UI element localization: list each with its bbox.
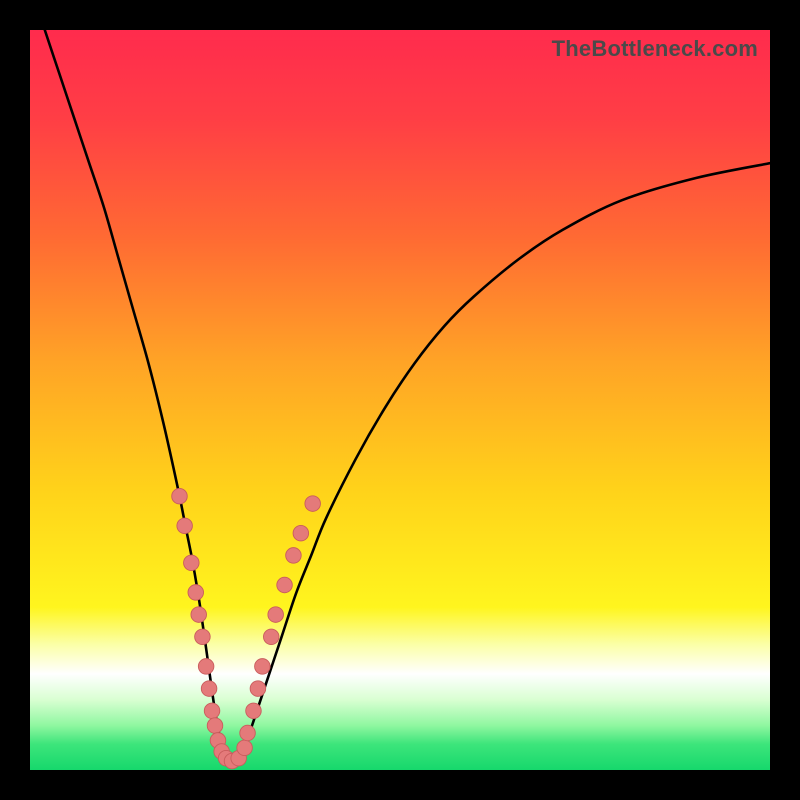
marker-dot bbox=[240, 725, 256, 741]
marker-dot bbox=[255, 659, 271, 675]
marker-dot bbox=[268, 607, 284, 623]
marker-dot bbox=[177, 518, 193, 534]
watermark-text: TheBottleneck.com bbox=[552, 36, 758, 62]
marker-dot bbox=[204, 703, 220, 719]
marker-dot bbox=[305, 496, 321, 512]
marker-dot bbox=[198, 659, 214, 675]
marker-dot bbox=[293, 525, 309, 541]
marker-dot bbox=[184, 555, 200, 571]
chart-frame: TheBottleneck.com bbox=[0, 0, 800, 800]
marker-dots bbox=[172, 488, 321, 768]
curve-layer bbox=[30, 30, 770, 770]
plot-area: TheBottleneck.com bbox=[30, 30, 770, 770]
marker-dot bbox=[237, 740, 253, 756]
marker-dot bbox=[191, 607, 207, 623]
marker-dot bbox=[286, 548, 302, 564]
marker-dot bbox=[263, 629, 279, 645]
marker-dot bbox=[195, 629, 211, 645]
marker-dot bbox=[277, 577, 293, 593]
marker-dot bbox=[172, 488, 188, 504]
marker-dot bbox=[201, 681, 217, 697]
marker-dot bbox=[246, 703, 262, 719]
marker-dot bbox=[188, 585, 204, 601]
bottleneck-curve bbox=[45, 30, 770, 764]
marker-dot bbox=[250, 681, 266, 697]
marker-dot bbox=[207, 718, 223, 734]
